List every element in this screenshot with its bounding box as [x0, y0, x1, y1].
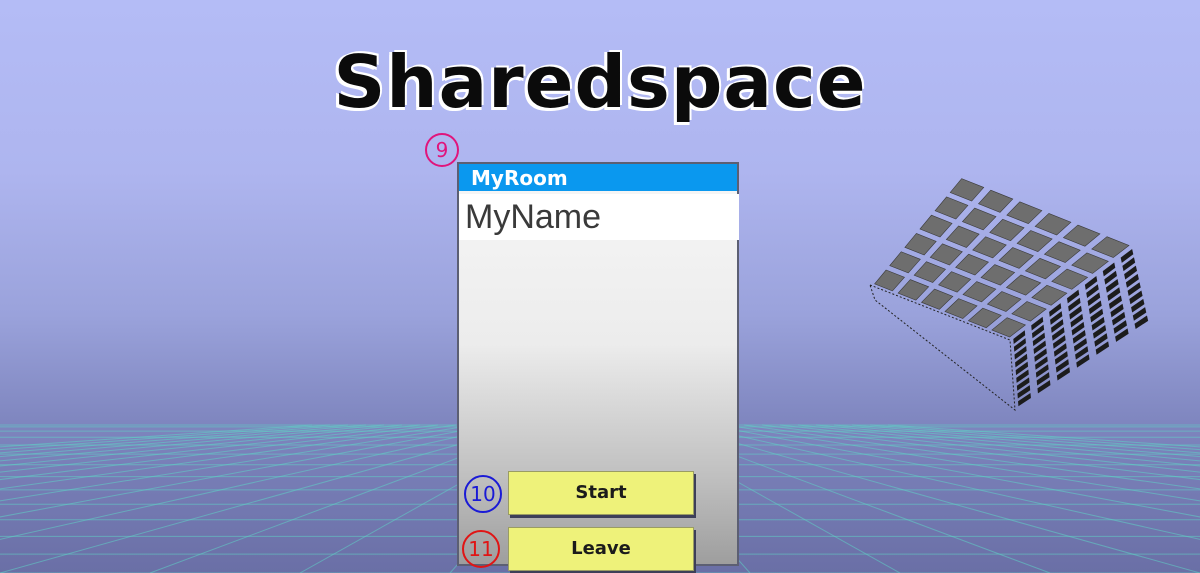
grid-line [815, 424, 1200, 462]
grid-line [0, 424, 331, 451]
game-title: Sharedspace [333, 40, 867, 124]
cube-tile [934, 196, 969, 220]
cube-tile [897, 279, 930, 301]
grid-line [869, 424, 1200, 451]
cube-tile [967, 307, 1002, 329]
cube-tile [920, 288, 954, 310]
cube-tile [904, 233, 937, 256]
cube-tile [1071, 252, 1109, 274]
marker-9: 9 [425, 133, 459, 167]
cube-tile [1006, 201, 1043, 225]
cube-tile [1091, 236, 1130, 258]
room-name-bar: MyRoom [459, 164, 737, 191]
cube-tile [1034, 213, 1072, 236]
cube-tile [1051, 268, 1089, 290]
cube-tile [989, 218, 1025, 242]
cube-tile [889, 251, 921, 274]
cube-tile [938, 271, 972, 293]
cube-tile [949, 178, 985, 202]
grid-line [0, 424, 385, 462]
player-name-field[interactable]: MyName [459, 194, 739, 240]
cube-tile [1016, 230, 1053, 253]
room-panel: MyRoom MyName Start Leave [457, 162, 739, 571]
cube-tile [955, 253, 990, 276]
cube-tile [1031, 284, 1068, 306]
tiled-cube-icon [869, 178, 1149, 412]
start-button[interactable]: Start [508, 471, 694, 515]
marker-10: 10 [464, 475, 502, 513]
cube-tile [1024, 257, 1062, 280]
grid-line [671, 424, 1200, 573]
cube-tile [945, 225, 980, 248]
cube-tile [1005, 274, 1042, 296]
cube-tile [986, 291, 1022, 312]
grid-line [0, 424, 529, 573]
cube-tile [1062, 224, 1101, 247]
grid-line [0, 424, 403, 467]
cube-tile [962, 281, 997, 303]
cube-tile [919, 214, 953, 238]
cube-tile [972, 236, 1007, 259]
cube-tile [1043, 241, 1081, 263]
cube-tile [977, 189, 1014, 213]
cube-tile [874, 269, 905, 292]
cube-tile [961, 207, 997, 231]
cube-tile [913, 261, 947, 283]
cube-tile [998, 247, 1034, 269]
leave-button[interactable]: Leave [508, 527, 694, 571]
cube-tile [980, 264, 1016, 286]
grid-line [797, 424, 1200, 467]
cube-tile [929, 243, 963, 266]
marker-11: 11 [462, 530, 500, 568]
cube-tile [944, 298, 978, 319]
